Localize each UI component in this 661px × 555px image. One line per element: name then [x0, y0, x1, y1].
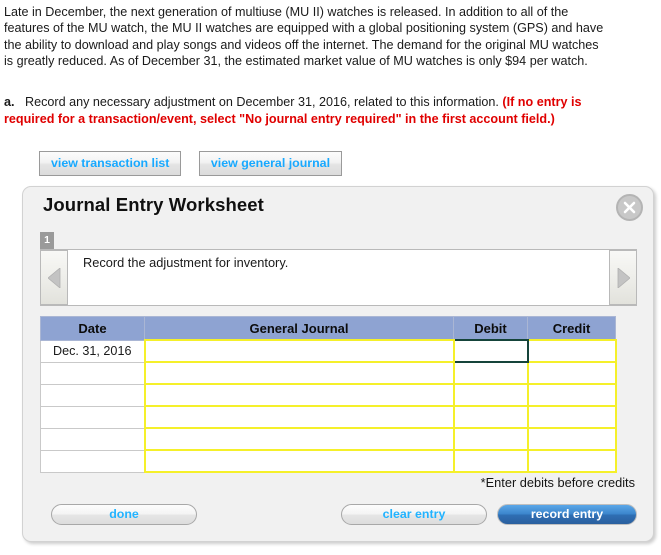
cell-account-3[interactable]	[143, 383, 455, 407]
table-row	[40, 361, 617, 385]
cell-date-1[interactable]: Dec. 31, 2016	[40, 339, 145, 363]
cell-debit-6[interactable]	[452, 449, 529, 473]
cell-credit-2[interactable]	[526, 361, 617, 385]
scenario-paragraph: Late in December, the next generation of…	[4, 5, 604, 68]
debits-before-credits-note: *Enter debits before credits	[480, 475, 635, 490]
journal-entry-table: Date General Journal Debit Credit Dec. 3…	[40, 316, 617, 473]
journal-entry-worksheet-panel: Journal Entry Worksheet 1 Record the adj…	[22, 186, 654, 542]
view-transaction-list-button[interactable]: view transaction list	[39, 151, 182, 176]
record-entry-button[interactable]: record entry	[497, 504, 637, 525]
cell-account-4[interactable]	[143, 405, 455, 429]
view-buttons-group: view transaction list view general journ…	[39, 151, 355, 176]
cell-credit-1[interactable]	[526, 339, 617, 363]
column-header-credit: Credit	[527, 316, 616, 341]
question-text: Record any necessary adjustment on Decem…	[25, 95, 499, 109]
table-row	[40, 383, 617, 407]
cell-account-2[interactable]	[143, 361, 455, 385]
cell-date-4[interactable]	[40, 405, 145, 429]
next-entry-arrow-icon[interactable]	[609, 250, 637, 305]
cell-date-2[interactable]	[40, 361, 145, 385]
cell-date-5[interactable]	[40, 427, 145, 451]
done-button[interactable]: done	[51, 504, 197, 525]
cell-account-1[interactable]	[143, 339, 455, 363]
close-icon[interactable]	[616, 194, 643, 221]
clear-entry-button[interactable]: clear entry	[341, 504, 487, 525]
prev-entry-arrow-icon[interactable]	[40, 250, 68, 305]
cell-debit-3[interactable]	[452, 383, 529, 407]
cell-credit-6[interactable]	[526, 449, 617, 473]
cell-debit-2[interactable]	[452, 361, 529, 385]
entry-tab-number[interactable]: 1	[40, 232, 54, 249]
entry-prompt-text: Record the adjustment for inventory.	[83, 255, 289, 270]
table-row	[40, 427, 617, 451]
cell-debit-1[interactable]	[452, 339, 529, 363]
cell-debit-5[interactable]	[452, 427, 529, 451]
entry-prompt-strip: Record the adjustment for inventory.	[40, 249, 637, 306]
view-general-journal-button[interactable]: view general journal	[198, 151, 343, 176]
table-row	[40, 405, 617, 429]
column-header-date: Date	[40, 316, 145, 341]
cell-account-6[interactable]	[143, 449, 455, 473]
cell-date-3[interactable]	[40, 383, 145, 407]
cell-debit-4[interactable]	[452, 405, 529, 429]
cell-credit-5[interactable]	[526, 427, 617, 451]
panel-title: Journal Entry Worksheet	[43, 194, 264, 215]
column-header-debit: Debit	[453, 316, 528, 341]
cell-credit-4[interactable]	[526, 405, 617, 429]
table-header-row: Date General Journal Debit Credit	[40, 316, 616, 341]
cell-credit-3[interactable]	[526, 383, 617, 407]
question-letter: a.	[4, 95, 15, 109]
cell-account-5[interactable]	[143, 427, 455, 451]
table-row	[40, 449, 617, 473]
column-header-general-journal: General Journal	[144, 316, 454, 341]
table-row: Dec. 31, 2016	[40, 339, 617, 363]
question-block: a. Record any necessary adjustment on De…	[4, 94, 614, 127]
page-root: Late in December, the next generation of…	[0, 0, 661, 555]
cell-date-6[interactable]	[40, 449, 145, 473]
